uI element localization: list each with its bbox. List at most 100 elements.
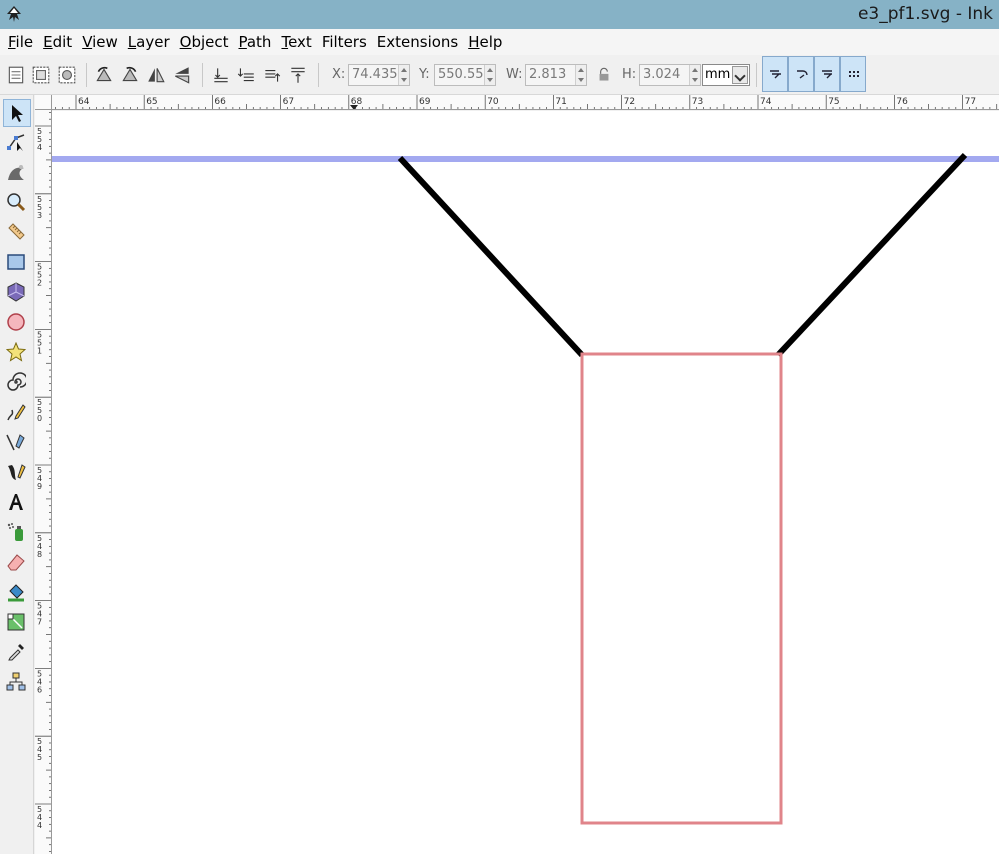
right-diagonal-path[interactable] <box>775 152 968 358</box>
x-spin-arrows[interactable] <box>398 65 409 85</box>
w-label: W: <box>506 67 523 82</box>
pencil-tool[interactable] <box>3 399 31 427</box>
eraser-tool[interactable] <box>3 549 31 577</box>
menu-bar: File Edit View Layer Object Path Text Filters Ex… <box>0 29 999 55</box>
transform-patterns-icon <box>849 71 859 77</box>
deselect-icon[interactable] <box>57 65 77 85</box>
width-value: 2.813 <box>529 67 567 82</box>
height-input[interactable]: 3.024 <box>639 64 701 86</box>
selector-arrow-icon <box>12 105 23 122</box>
ruler-label: 71 <box>555 97 566 107</box>
menu-object[interactable]: Object <box>175 29 234 55</box>
gradient-icon <box>7 613 25 631</box>
menu-edit[interactable]: Edit <box>38 29 77 55</box>
pen-tool[interactable] <box>3 429 31 457</box>
select-all-icon[interactable] <box>6 65 26 85</box>
scale-corners-toggle[interactable] <box>788 56 814 92</box>
connector-tool[interactable] <box>3 669 31 697</box>
raise-to-top-icon[interactable] <box>288 65 308 85</box>
text-icon <box>9 494 23 510</box>
scale-corners-icon <box>797 70 808 79</box>
transform-gradients-toggle[interactable] <box>814 56 840 92</box>
window-title: e3_pf1.svg - Ink <box>857 4 993 24</box>
eraser-icon <box>7 554 25 571</box>
transform-patterns-toggle[interactable] <box>840 56 866 92</box>
toolbar-separator <box>756 63 757 87</box>
3d-box-tool[interactable] <box>3 279 31 307</box>
ruler-label: 70 <box>487 97 499 107</box>
calligraphy-tool[interactable] <box>3 459 31 487</box>
inkscape-logo-icon <box>7 6 21 22</box>
menu-path[interactable]: Path <box>233 29 276 55</box>
menu-layer[interactable]: Layer <box>123 29 175 55</box>
ruler-label: 3 <box>37 211 42 220</box>
spray-tool[interactable] <box>3 519 31 547</box>
raise-icon[interactable] <box>262 65 282 85</box>
calligraphy-icon <box>8 464 26 480</box>
lower-icon[interactable] <box>236 65 256 85</box>
ruler-label: 64 <box>78 97 90 107</box>
unit-value: mm <box>705 67 731 82</box>
3d-box-icon <box>7 282 25 302</box>
dropper-tool[interactable] <box>3 639 31 667</box>
width-input[interactable]: 2.813 <box>525 64 587 86</box>
y-spin-arrows[interactable] <box>484 65 495 85</box>
rectangle-shape[interactable] <box>580 352 783 825</box>
ellipse-icon <box>7 313 25 331</box>
select-all-layers-icon[interactable] <box>31 65 51 85</box>
scale-stroke-icon <box>770 70 781 79</box>
lower-to-bottom-icon[interactable] <box>211 65 231 85</box>
menu-view[interactable]: View <box>77 29 123 55</box>
x-value: 74.435 <box>352 67 398 82</box>
height-spin-arrows[interactable] <box>689 65 700 85</box>
y-input[interactable]: 550.552 <box>434 64 496 86</box>
menu-text[interactable]: Text <box>276 29 316 55</box>
menu-extensions[interactable]: Extensions <box>372 29 463 55</box>
star-tool[interactable] <box>3 339 31 367</box>
lock-icon[interactable] <box>594 65 614 85</box>
selector-tool[interactable] <box>3 99 31 127</box>
zoom-tool[interactable] <box>3 189 31 217</box>
rotate-cw-icon[interactable] <box>120 65 140 85</box>
left-diagonal-path[interactable] <box>397 155 585 358</box>
menu-filters[interactable]: Filters <box>317 29 372 55</box>
rectangle-tool[interactable] <box>3 249 31 277</box>
flip-horizontal-icon[interactable] <box>146 65 166 85</box>
width-spin-arrows[interactable] <box>575 65 586 85</box>
measure-ruler-icon <box>8 223 25 240</box>
ruler-label: 66 <box>214 97 226 107</box>
paint-bucket-icon <box>8 584 24 602</box>
node-tool[interactable] <box>3 129 31 157</box>
unit-select[interactable]: mm <box>702 64 750 86</box>
x-label: X: <box>332 67 346 82</box>
paint-bucket-tool[interactable] <box>3 579 31 607</box>
pencil-icon <box>7 404 26 421</box>
menu-file[interactable]: File <box>3 29 38 55</box>
spiral-icon <box>7 372 26 391</box>
ruler-label: 75 <box>828 97 839 107</box>
gradient-tool[interactable] <box>3 609 31 637</box>
ruler-label: 4 <box>37 143 42 152</box>
zoom-magnifier-icon <box>7 193 26 212</box>
ellipse-tool[interactable] <box>3 309 31 337</box>
ruler-label: 6 <box>37 685 42 694</box>
flip-vertical-icon[interactable] <box>172 65 192 85</box>
horizontal-ruler[interactable]: 64 65 66 67 68 69 70 71 72 73 74 75 76 77 <box>52 95 999 110</box>
chevron-down-icon[interactable] <box>732 66 748 84</box>
scale-stroke-toggle[interactable] <box>762 56 788 92</box>
ruler-label: 74 <box>760 97 772 107</box>
h-label: H: <box>622 67 637 82</box>
toolbar-separator <box>202 63 203 87</box>
menu-help[interactable]: Help <box>463 29 507 55</box>
x-input[interactable]: 74.435 <box>348 64 410 86</box>
ruler-label: 77 <box>965 97 976 107</box>
ruler-pointer-icon <box>350 105 358 109</box>
spiral-tool[interactable] <box>3 369 31 397</box>
text-tool[interactable] <box>3 489 31 517</box>
tweak-tool[interactable] <box>3 159 31 187</box>
rotate-ccw-icon[interactable] <box>94 65 114 85</box>
drawing-canvas[interactable] <box>52 111 999 854</box>
vertical-ruler[interactable]: 554553552551550549548547546545544 <box>35 110 52 854</box>
measure-tool[interactable] <box>3 219 31 247</box>
ruler-label: 9 <box>37 482 42 491</box>
